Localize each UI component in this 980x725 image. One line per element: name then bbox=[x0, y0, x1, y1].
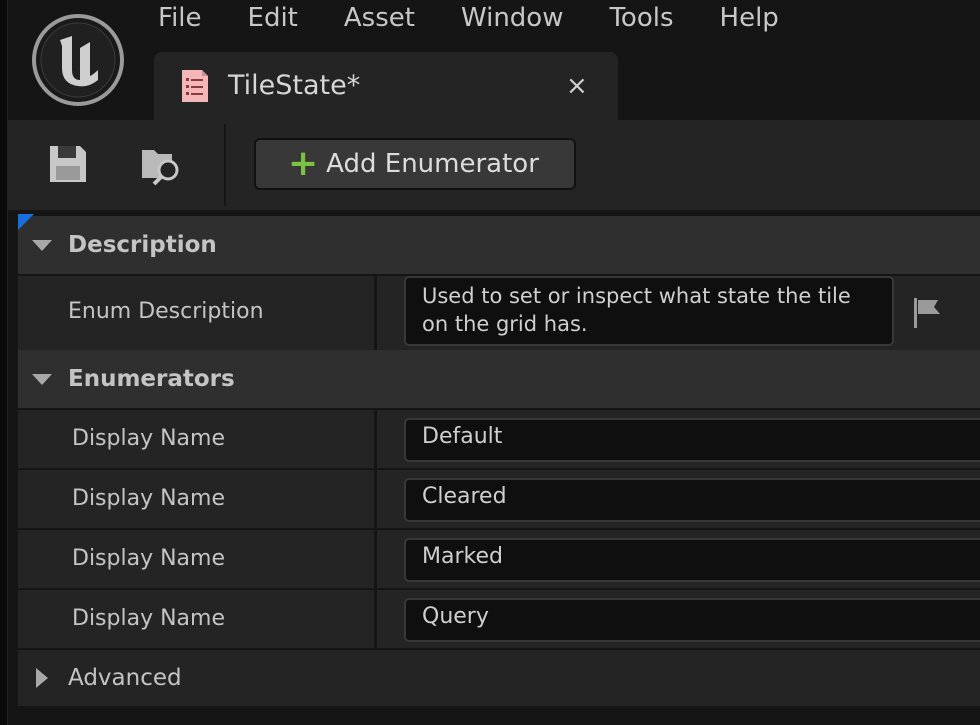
display-name-label: Display Name bbox=[72, 486, 225, 511]
display-name-field[interactable]: Default bbox=[404, 418, 980, 462]
enumerator-row: Display Name Cleared bbox=[18, 468, 980, 528]
add-enumerator-button[interactable]: + Add Enumerator bbox=[254, 138, 576, 190]
unreal-logo-icon[interactable] bbox=[28, 10, 128, 110]
menu-tools[interactable]: Tools bbox=[609, 0, 699, 36]
section-advanced-header[interactable]: Advanced bbox=[18, 648, 980, 706]
browse-asset-icon[interactable] bbox=[138, 140, 186, 188]
panel-corner-marker bbox=[18, 214, 34, 230]
column-divider bbox=[374, 470, 377, 528]
toolbar-separator bbox=[224, 124, 226, 206]
display-name-field[interactable]: Query bbox=[404, 598, 980, 642]
collapse-arrow-icon[interactable] bbox=[32, 373, 52, 385]
column-divider bbox=[374, 410, 377, 468]
tab-title: TileState* bbox=[228, 70, 361, 101]
window-edge bbox=[0, 0, 8, 725]
display-name-label: Display Name bbox=[72, 606, 225, 631]
section-title: Description bbox=[68, 232, 217, 258]
menu-help[interactable]: Help bbox=[720, 0, 805, 36]
section-title: Enumerators bbox=[68, 366, 235, 392]
menu-file[interactable]: File bbox=[158, 0, 228, 36]
column-divider bbox=[374, 530, 377, 588]
section-title: Advanced bbox=[68, 665, 182, 691]
expand-arrow-icon[interactable] bbox=[36, 668, 48, 688]
enumerator-row: Display Name Query bbox=[18, 588, 980, 648]
menu-bar: File Edit Asset Window Tools Help bbox=[158, 0, 805, 36]
display-name-label: Display Name bbox=[72, 546, 225, 571]
title-bar: File Edit Asset Window Tools Help TileSt… bbox=[8, 0, 980, 120]
save-icon[interactable] bbox=[44, 140, 92, 188]
menu-edit[interactable]: Edit bbox=[248, 0, 324, 36]
menu-asset[interactable]: Asset bbox=[344, 0, 441, 36]
collapse-arrow-icon[interactable] bbox=[32, 239, 52, 251]
details-panel: Description Enum Description Used to set… bbox=[18, 214, 980, 725]
plus-icon: + bbox=[288, 143, 319, 184]
display-name-field[interactable]: Marked bbox=[404, 538, 980, 582]
enum-description-label: Enum Description bbox=[68, 299, 264, 324]
menu-window[interactable]: Window bbox=[461, 0, 590, 36]
enum-asset-icon bbox=[182, 70, 208, 102]
add-enumerator-label: Add Enumerator bbox=[326, 149, 539, 179]
toolbar: + Add Enumerator bbox=[8, 120, 980, 210]
display-name-label: Display Name bbox=[72, 426, 225, 451]
section-enumerators-header[interactable]: Enumerators bbox=[18, 350, 980, 408]
tab-tilestate[interactable]: TileState* × bbox=[154, 52, 618, 120]
editor-window: File Edit Asset Window Tools Help TileSt… bbox=[0, 0, 980, 725]
enumerator-row: Display Name Marked bbox=[18, 528, 980, 588]
close-icon[interactable]: × bbox=[566, 68, 588, 104]
display-name-field[interactable]: Cleared bbox=[404, 478, 980, 522]
flag-icon[interactable] bbox=[910, 296, 944, 330]
column-divider bbox=[374, 276, 377, 350]
section-description-header[interactable]: Description bbox=[18, 216, 980, 274]
enum-description-field[interactable]: Used to set or inspect what state the ti… bbox=[404, 276, 894, 346]
column-divider bbox=[374, 590, 377, 648]
enumerator-row: Display Name Default bbox=[18, 408, 980, 468]
